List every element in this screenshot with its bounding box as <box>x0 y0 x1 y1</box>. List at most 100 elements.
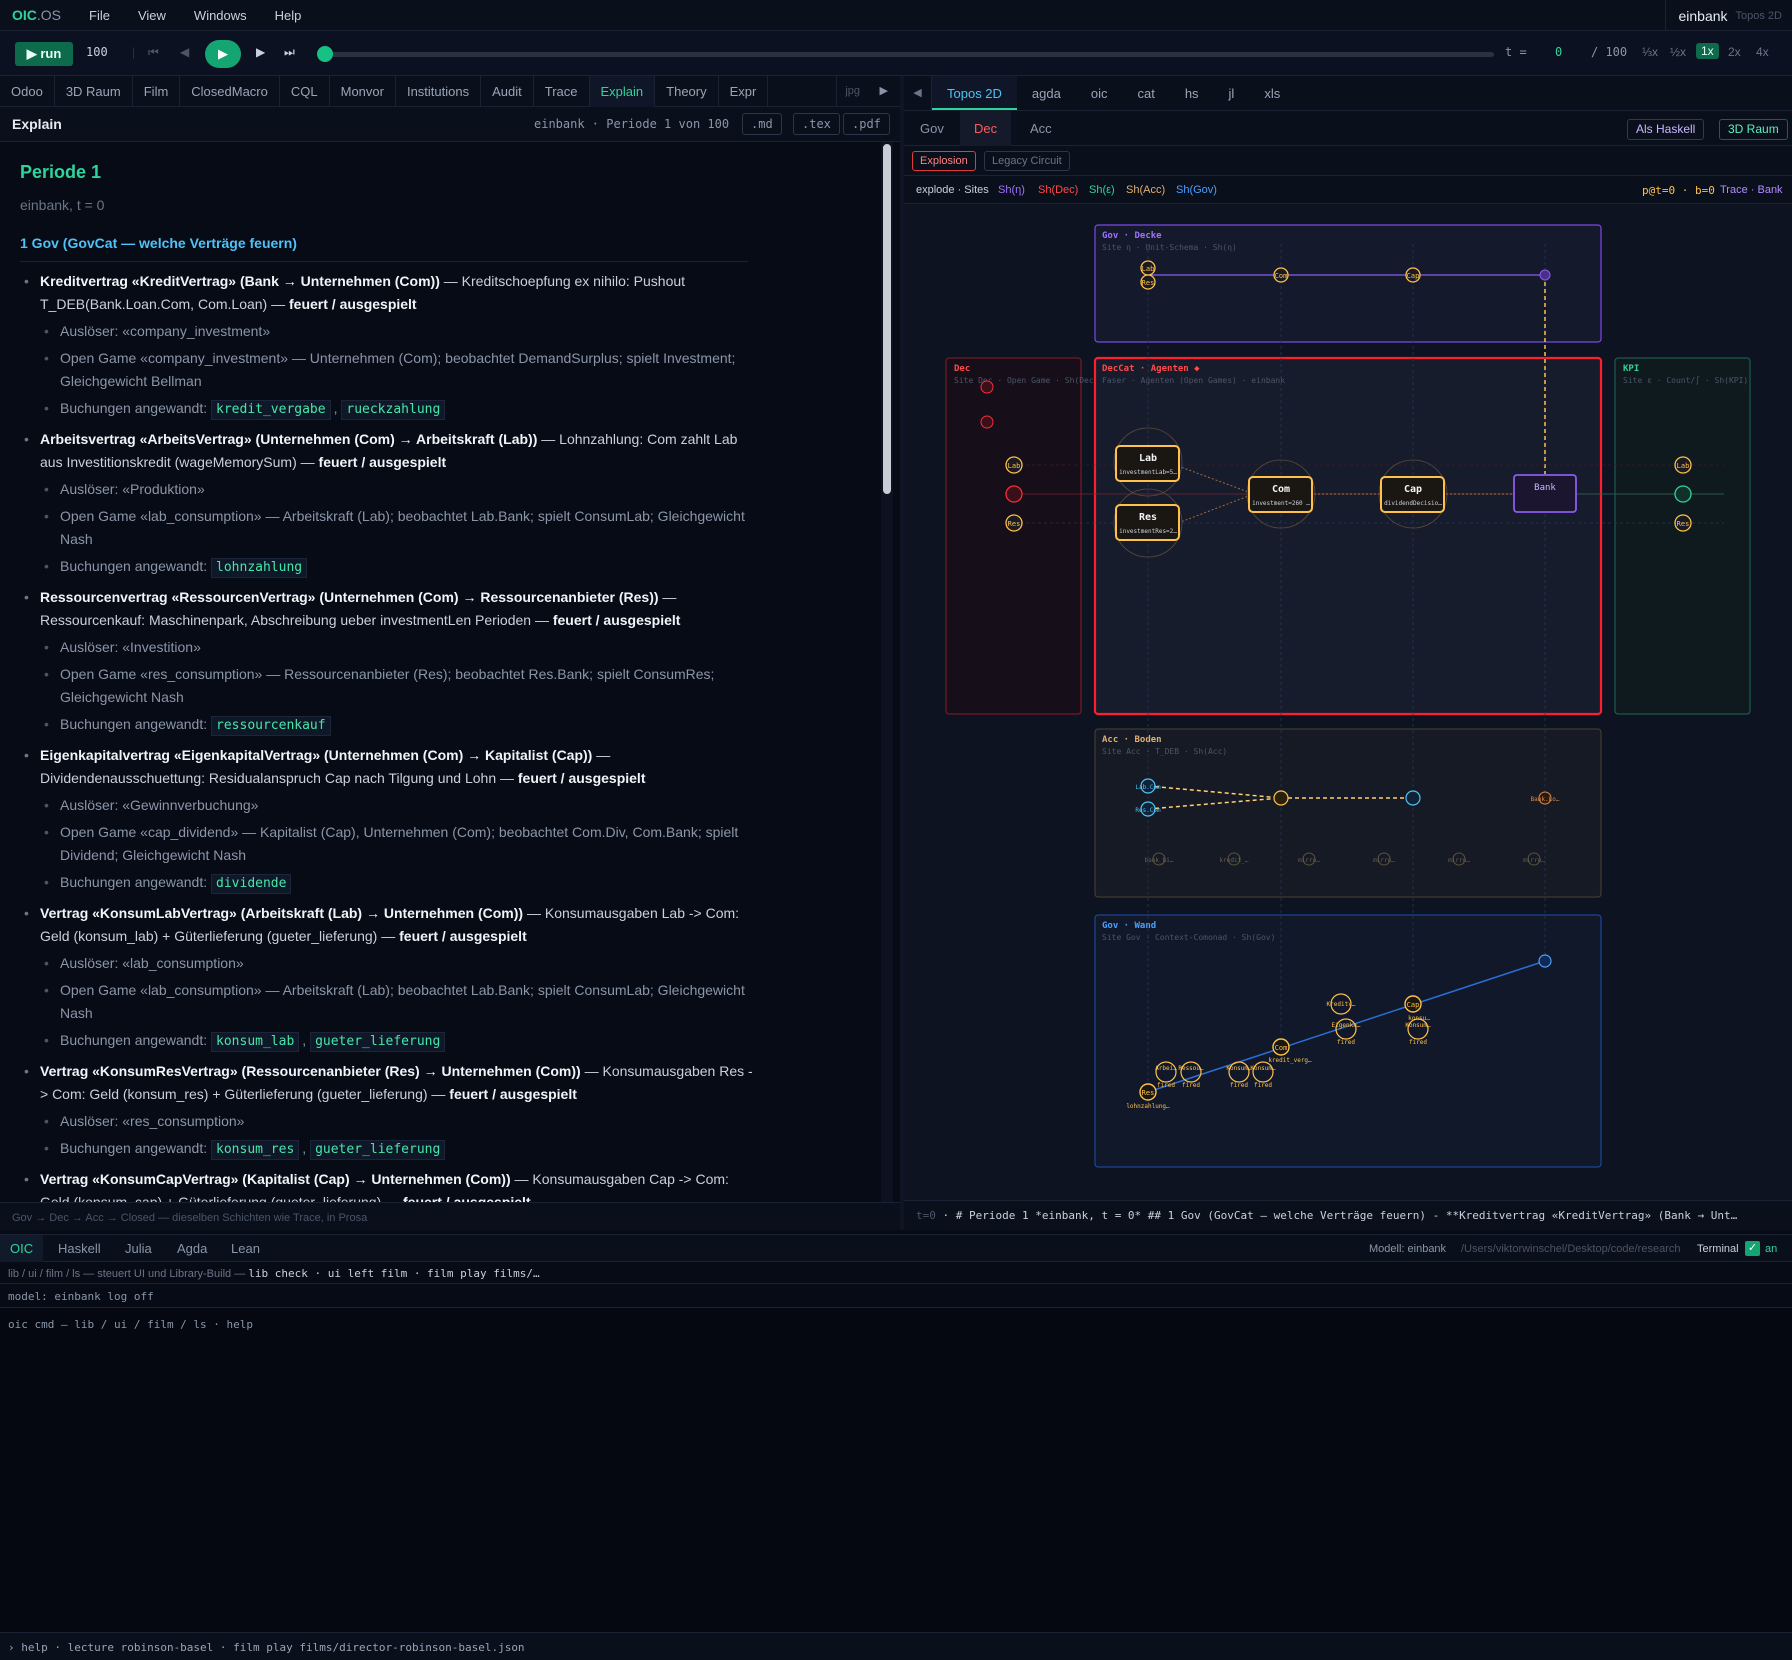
tab-audit[interactable]: Audit <box>481 76 534 107</box>
booking-code[interactable]: gueter_lieferung <box>310 1140 446 1160</box>
export-tex-button[interactable]: .tex <box>793 113 840 135</box>
tab-oic[interactable]: oic <box>1076 76 1123 110</box>
speed-half[interactable]: ½x <box>1670 45 1686 59</box>
gov-label-ressou: Ressou… <box>1178 1065 1204 1072</box>
layer-tab-acc[interactable]: Acc <box>1030 111 1052 146</box>
agent-bank[interactable]: Bank <box>1513 474 1577 513</box>
step-forward-icon[interactable]: ▶ <box>256 45 265 59</box>
booking-code[interactable]: gueter_lieferung <box>310 1032 446 1052</box>
tab-expr[interactable]: Expr <box>719 76 769 107</box>
right-tab-bar: ◀ Topos 2D agda oic cat hs jl xls <box>904 76 1792 111</box>
tabs-more-icon[interactable]: ▶ <box>880 76 888 107</box>
agent-bank-box[interactable] <box>1513 474 1577 513</box>
tab-lean[interactable]: Lean <box>231 1235 260 1262</box>
jpg-export[interactable]: jpg <box>836 76 860 107</box>
scrollbar-thumb[interactable] <box>883 144 891 494</box>
speed-third[interactable]: ⅓x <box>1642 45 1658 59</box>
explain-content[interactable]: Periode 1 einbank, t = 0 1 Gov (GovCat —… <box>0 142 880 1202</box>
legend-sh-gov[interactable]: Sh(Gov) <box>1176 184 1217 196</box>
speed-4x[interactable]: 4x <box>1756 45 1769 59</box>
legacy-circuit-button[interactable]: Legacy Circuit <box>984 151 1070 171</box>
tab-odoo[interactable]: Odoo <box>0 76 55 107</box>
tab-monvor[interactable]: Monvor <box>330 76 396 107</box>
tab-xls[interactable]: xls <box>1249 76 1295 110</box>
steps-input[interactable]: 100 <box>86 45 108 59</box>
command-prompt[interactable]: › help · lecture robinson-basel · film p… <box>0 1632 1792 1660</box>
speed-1x[interactable]: 1x <box>1696 43 1719 59</box>
step-back-icon[interactable]: ◀ <box>180 45 189 59</box>
tab-explain[interactable]: Explain <box>589 76 656 107</box>
skip-end-icon[interactable]: ⏭ <box>284 45 295 60</box>
kpi-nodes[interactable]: Lab Res <box>1674 456 1692 532</box>
content-scrollbar[interactable] <box>881 142 893 1202</box>
booking-code[interactable]: lohnzahlung <box>211 558 308 578</box>
layer-tab-bar: Gov Dec Acc Als Haskell 3D Raum <box>904 111 1792 148</box>
panel-dec <box>945 357 1082 715</box>
dec-node-b[interactable] <box>980 415 994 429</box>
tab-agda[interactable]: agda <box>1017 76 1076 110</box>
tab-theory[interactable]: Theory <box>655 76 719 107</box>
legend-sh-acc[interactable]: Sh(Acc) <box>1126 184 1165 196</box>
dec-node-a[interactable] <box>980 380 994 394</box>
topos-diagram[interactable]: Gov · Decke Site η · Unit-Schema · Sh(η)… <box>904 204 1792 1200</box>
explosion-mode-button[interactable]: Explosion <box>912 151 976 171</box>
export-pdf-button[interactable]: .pdf <box>843 113 890 135</box>
timeline-thumb[interactable] <box>317 46 333 62</box>
tab-cql[interactable]: CQL <box>280 76 330 107</box>
t-value[interactable]: 0 <box>1555 45 1562 59</box>
collapse-icon[interactable]: ◀ <box>904 76 932 110</box>
menu-view[interactable]: View <box>138 8 166 23</box>
booking-code[interactable]: konsum_lab <box>211 1032 300 1052</box>
legend-sh-eta[interactable]: Sh(η) <box>998 184 1025 196</box>
terminal-checkbox[interactable]: ✓ <box>1745 1241 1760 1256</box>
play-button[interactable]: ▶ <box>205 40 241 68</box>
bottom-tab-bar: OIC Haskell Julia Agda Lean Modell: einb… <box>0 1234 1792 1262</box>
tab-institutions[interactable]: Institutions <box>396 76 482 107</box>
legend-sh-dec[interactable]: Sh(Dec) <box>1038 184 1078 196</box>
booking-code[interactable]: rueckzahlung <box>341 400 446 420</box>
dec-node-com[interactable] <box>1005 485 1023 503</box>
topos-canvas[interactable]: Gov · Decke Site η · Unit-Schema · Sh(η)… <box>904 204 1792 1200</box>
booking-code[interactable]: ressourcenkauf <box>211 716 331 736</box>
menu-help[interactable]: Help <box>275 8 302 23</box>
tab-agda-console[interactable]: Agda <box>177 1235 207 1262</box>
menu-windows[interactable]: Windows <box>194 8 247 23</box>
tab-film[interactable]: Film <box>133 76 181 107</box>
speed-2x[interactable]: 2x <box>1728 45 1741 59</box>
menu-file[interactable]: File <box>89 8 110 23</box>
layer-tab-gov[interactable]: Gov <box>920 111 944 146</box>
terminal-output[interactable]: oic cmd — lib / ui / film / ls · help <box>0 1308 1792 1632</box>
skip-start-icon[interactable]: ⏮ <box>148 45 159 60</box>
tab-closedmacro[interactable]: ClosedMacro <box>180 76 280 107</box>
3d-raum-button[interactable]: 3D Raum <box>1719 119 1788 140</box>
booking-code[interactable]: konsum_res <box>211 1140 300 1160</box>
tab-haskell[interactable]: Haskell <box>58 1235 101 1262</box>
run-button[interactable]: ▶ run <box>15 42 73 66</box>
tab-jl[interactable]: jl <box>1214 76 1250 110</box>
node-top-com-label: Com <box>1275 272 1288 280</box>
acc-node-com[interactable] <box>1273 790 1289 806</box>
acc-node-cap[interactable] <box>1405 790 1421 806</box>
tab-hs[interactable]: hs <box>1170 76 1214 110</box>
view-name: Topos 2D <box>1735 9 1782 22</box>
export-md-button[interactable]: .md <box>742 113 782 135</box>
contract-item: Eigenkapitalvertrag «EigenkapitalVertrag… <box>24 744 760 790</box>
node-top-bank[interactable] <box>1539 269 1551 281</box>
gov-node-bank[interactable] <box>1538 954 1552 968</box>
timeline-track[interactable] <box>326 52 1494 57</box>
booking-code[interactable]: dividende <box>211 874 292 894</box>
tab-3d-raum[interactable]: 3D Raum <box>55 76 133 107</box>
as-haskell-button[interactable]: Als Haskell <box>1627 119 1705 140</box>
tab-cat[interactable]: cat <box>1122 76 1169 110</box>
tab-topos-2d[interactable]: Topos 2D <box>932 76 1017 110</box>
tab-trace[interactable]: Trace <box>534 76 590 107</box>
booking-code[interactable]: kredit_vergabe <box>211 400 331 420</box>
layer-tab-dec[interactable]: Dec <box>960 111 1012 148</box>
legend-sh-eps[interactable]: Sh(ε) <box>1089 184 1115 196</box>
tab-julia[interactable]: Julia <box>125 1235 152 1262</box>
tab-oic-console[interactable]: OIC <box>0 1235 44 1262</box>
kpi-node-com[interactable] <box>1674 485 1692 503</box>
panel-acc-sub: Site Acc · T_DEB · Sh(Acc) <box>1102 747 1227 756</box>
acc-node-bank-label: Bank.Lo… <box>1531 796 1560 803</box>
legend-trace[interactable]: Trace · Bank <box>1720 184 1783 196</box>
